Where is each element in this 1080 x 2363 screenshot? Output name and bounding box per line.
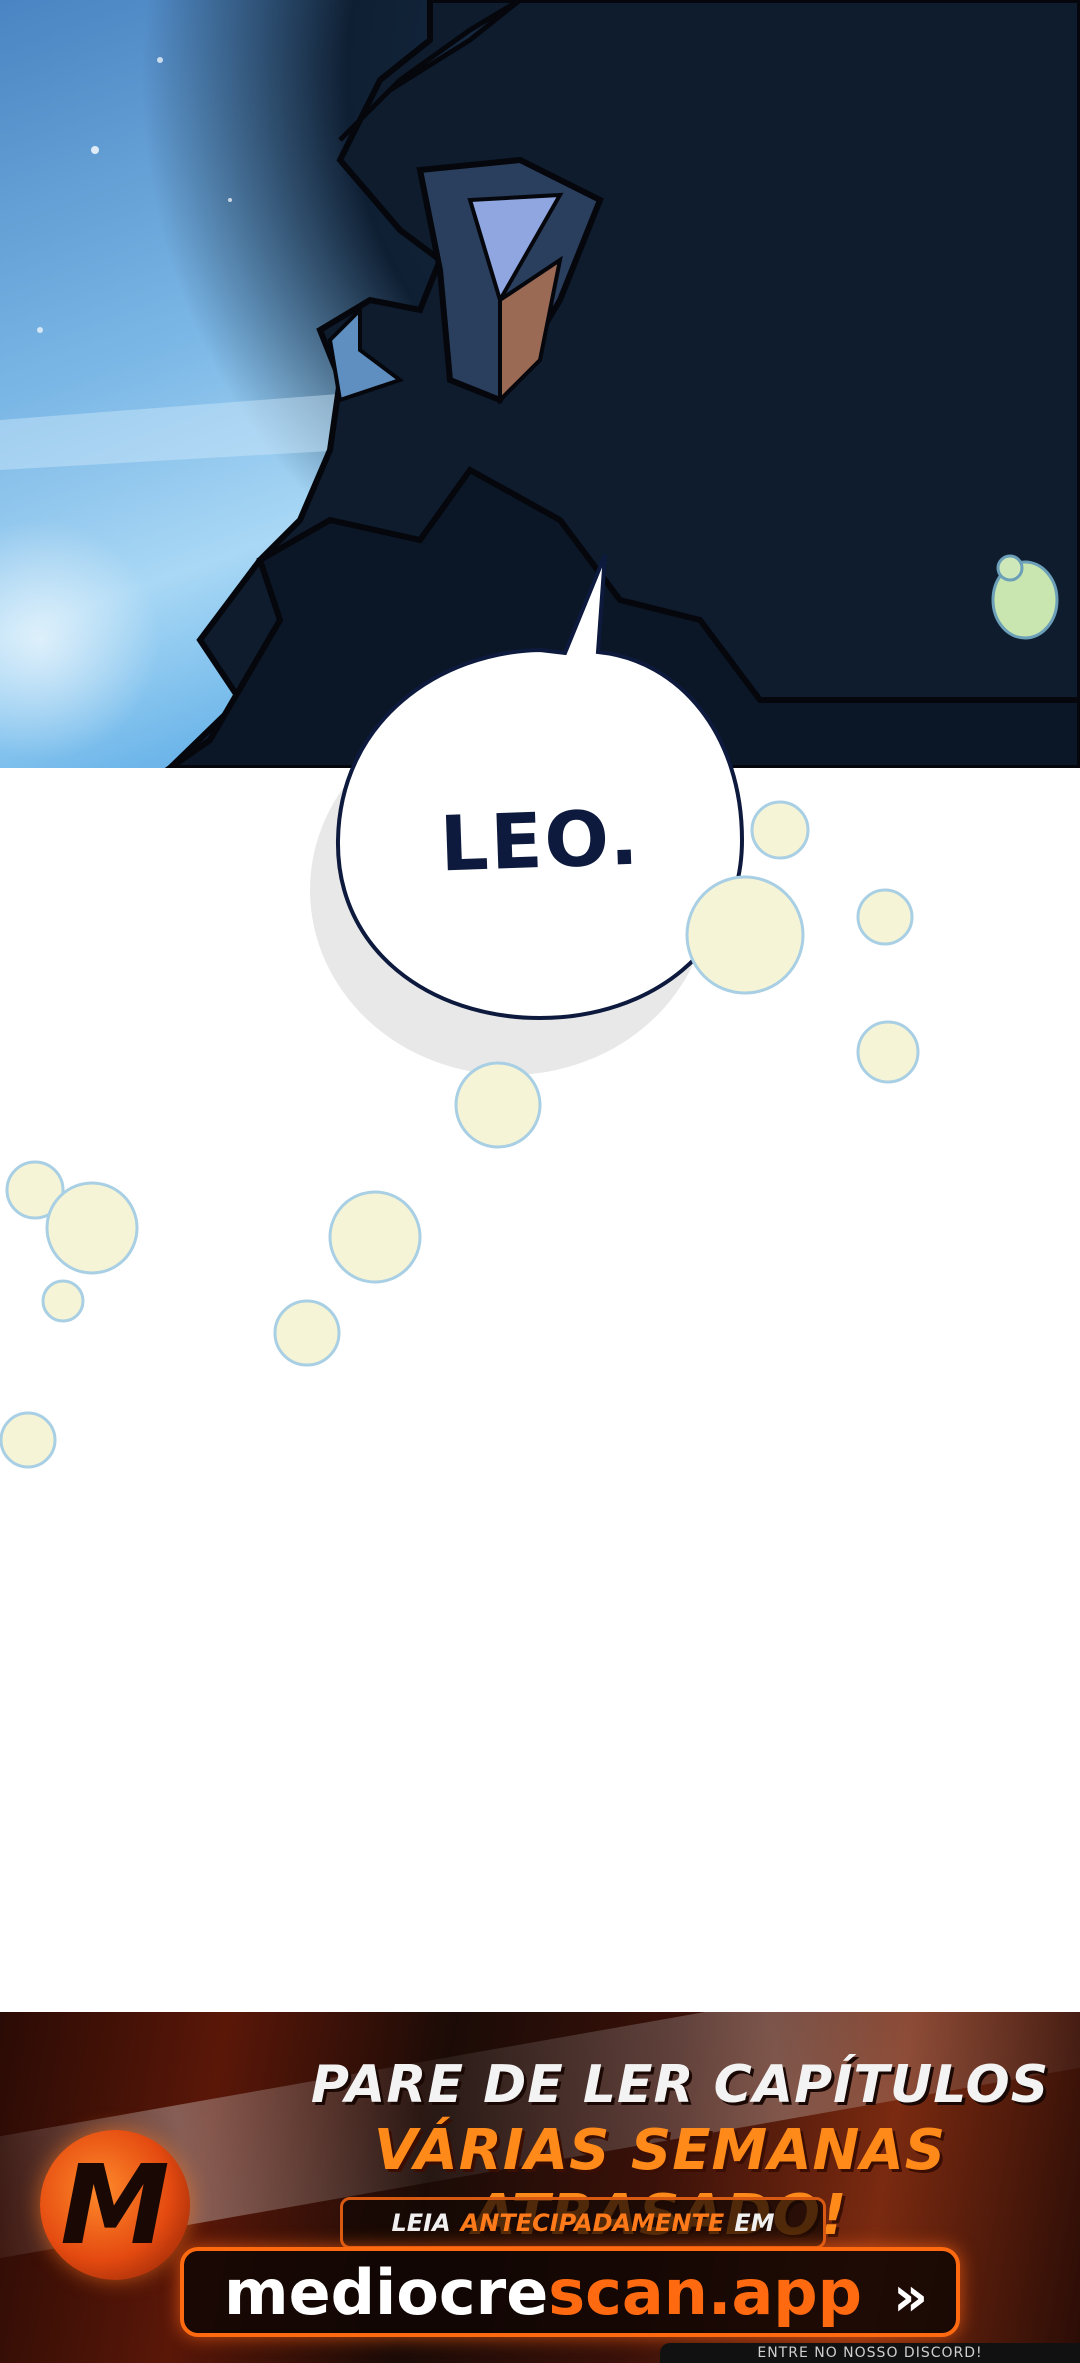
comic-panel-top: [0, 0, 1080, 772]
discord-link[interactable]: ENTRE NO NOSSO DISCORD!: [660, 2343, 1080, 2363]
lead-suffix: EM: [734, 2209, 775, 2237]
lead-prefix: LEIA: [391, 2209, 451, 2237]
logo-letter: M: [60, 2141, 170, 2269]
speech-bubble-text: LEO.: [438, 792, 642, 888]
mediocre-logo-icon: M: [40, 2130, 190, 2280]
double-chevron-right-icon: »: [893, 2265, 928, 2328]
banner-headline-line1: PARE DE LER CAPÍTULOS: [310, 2055, 1050, 2115]
lead-highlight: ANTECIPADAMENTE: [460, 2209, 725, 2237]
banner-read-early-pill: LEIA ANTECIPADAMENTE EM: [340, 2197, 826, 2249]
silhouette-figure: [0, 0, 1080, 768]
site-url-button[interactable]: mediocre scan.app »: [180, 2247, 960, 2337]
url-part-scan: scan.app: [548, 2255, 863, 2329]
blank-panel-area: [0, 768, 1080, 2012]
url-part-mediocre: mediocre: [224, 2255, 549, 2329]
